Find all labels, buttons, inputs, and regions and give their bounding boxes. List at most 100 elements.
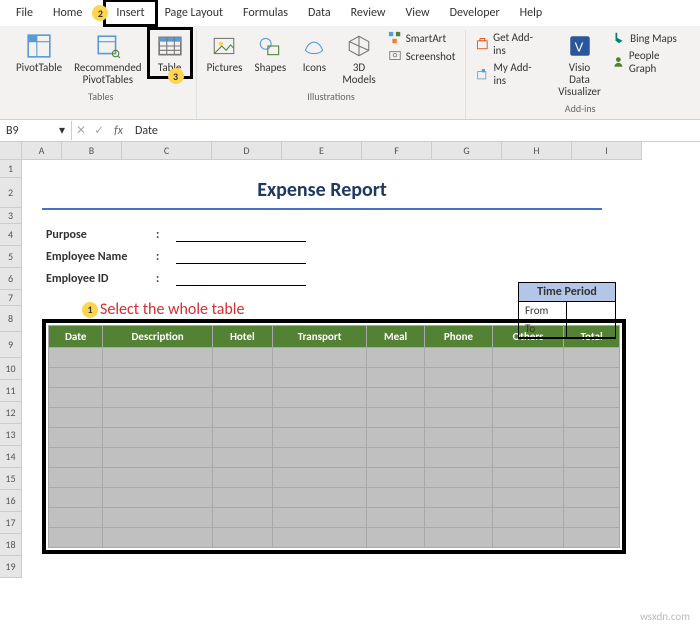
purpose-value[interactable] xyxy=(176,228,306,242)
row-header[interactable]: 2 xyxy=(0,178,22,208)
table-cell[interactable] xyxy=(273,448,367,468)
table-cell[interactable] xyxy=(367,368,425,388)
from-value[interactable] xyxy=(567,302,615,320)
tab-view[interactable]: View xyxy=(396,2,440,24)
tab-review[interactable]: Review xyxy=(341,2,396,24)
table-cell[interactable] xyxy=(103,508,212,528)
table-cell[interactable] xyxy=(103,348,212,368)
col-header[interactable]: I xyxy=(572,142,642,160)
row-header[interactable]: 6 xyxy=(0,268,22,290)
table-cell[interactable] xyxy=(273,428,367,448)
table-cell[interactable] xyxy=(367,468,425,488)
row-header[interactable]: 11 xyxy=(0,380,22,402)
table-cell[interactable] xyxy=(212,528,272,548)
tab-insert[interactable]: Insert xyxy=(106,2,154,24)
th-hotel[interactable]: Hotel xyxy=(212,326,272,348)
table-cell[interactable] xyxy=(424,428,492,448)
tab-formulas[interactable]: Formulas xyxy=(233,2,298,24)
table-cell[interactable] xyxy=(493,428,564,448)
table-cell[interactable] xyxy=(49,468,103,488)
table-cell[interactable] xyxy=(367,528,425,548)
table-cell[interactable] xyxy=(493,468,564,488)
table-cell[interactable] xyxy=(564,488,620,508)
table-cell[interactable] xyxy=(273,388,367,408)
table-cell[interactable] xyxy=(367,428,425,448)
col-header[interactable]: E xyxy=(282,142,362,160)
table-cell[interactable] xyxy=(103,368,212,388)
row-header[interactable]: 18 xyxy=(0,534,22,556)
table-cell[interactable] xyxy=(367,408,425,428)
table-cell[interactable] xyxy=(49,488,103,508)
table-cell[interactable] xyxy=(564,408,620,428)
table-cell[interactable] xyxy=(424,348,492,368)
table-cell[interactable] xyxy=(212,368,272,388)
table-cell[interactable] xyxy=(273,528,367,548)
col-header[interactable]: C xyxy=(122,142,212,160)
table-cell[interactable] xyxy=(564,468,620,488)
table-cell[interactable] xyxy=(49,408,103,428)
table-cell[interactable] xyxy=(49,528,103,548)
get-addins-button[interactable]: Get Add-ins xyxy=(472,30,544,58)
formula-bar[interactable]: Date xyxy=(129,122,700,140)
pivottable-button[interactable]: PivotTable xyxy=(12,30,66,76)
row-header[interactable]: 8 xyxy=(0,306,22,332)
table-cell[interactable] xyxy=(367,388,425,408)
table-cell[interactable] xyxy=(103,528,212,548)
th-phone[interactable]: Phone xyxy=(424,326,492,348)
row-header[interactable]: 16 xyxy=(0,490,22,512)
tab-page-layout[interactable]: Page Layout xyxy=(155,2,233,24)
table-cell[interactable] xyxy=(273,508,367,528)
table-cell[interactable] xyxy=(212,488,272,508)
row-header[interactable]: 15 xyxy=(0,468,22,490)
table-cell[interactable] xyxy=(367,508,425,528)
empname-value[interactable] xyxy=(176,250,306,264)
table-cell[interactable] xyxy=(49,348,103,368)
table-cell[interactable] xyxy=(564,368,620,388)
table-cell[interactable] xyxy=(564,448,620,468)
table-cell[interactable] xyxy=(212,428,272,448)
col-header[interactable]: A xyxy=(22,142,62,160)
tab-file[interactable]: File xyxy=(6,2,43,24)
to-value[interactable] xyxy=(567,320,615,338)
table-cell[interactable] xyxy=(424,388,492,408)
expense-table-selection[interactable]: Date Description Hotel Transport Meal Ph… xyxy=(46,323,622,550)
table-cell[interactable] xyxy=(493,408,564,428)
table-cell[interactable] xyxy=(212,468,272,488)
table-cell[interactable] xyxy=(564,428,620,448)
table-cell[interactable] xyxy=(424,468,492,488)
tab-home[interactable]: Home xyxy=(43,2,92,24)
row-header[interactable]: 19 xyxy=(0,556,22,578)
table-cell[interactable] xyxy=(367,448,425,468)
table-cell[interactable] xyxy=(103,448,212,468)
th-date[interactable]: Date xyxy=(49,326,103,348)
table-cell[interactable] xyxy=(493,448,564,468)
table-cell[interactable] xyxy=(424,408,492,428)
th-meal[interactable]: Meal xyxy=(367,326,425,348)
smartart-button[interactable]: SmartArt xyxy=(384,30,460,46)
table-cell[interactable] xyxy=(564,508,620,528)
col-header[interactable]: H xyxy=(502,142,572,160)
table-cell[interactable] xyxy=(103,488,212,508)
col-header[interactable]: B xyxy=(62,142,122,160)
enter-icon[interactable]: ✓ xyxy=(90,123,108,138)
table-cell[interactable] xyxy=(564,528,620,548)
table-cell[interactable] xyxy=(424,488,492,508)
table-cell[interactable] xyxy=(367,488,425,508)
table-cell[interactable] xyxy=(273,348,367,368)
th-transport[interactable]: Transport xyxy=(273,326,367,348)
select-all-corner[interactable] xyxy=(0,142,22,160)
row-header[interactable]: 10 xyxy=(0,358,22,380)
row-header[interactable]: 7 xyxy=(0,290,22,306)
table-cell[interactable] xyxy=(212,508,272,528)
row-header[interactable]: 13 xyxy=(0,424,22,446)
table-cell[interactable] xyxy=(49,508,103,528)
col-header[interactable]: G xyxy=(432,142,502,160)
row-header[interactable]: 1 xyxy=(0,160,22,178)
pictures-button[interactable]: Pictures xyxy=(203,30,247,76)
tab-developer[interactable]: Developer xyxy=(440,2,510,24)
empid-value[interactable] xyxy=(176,272,306,286)
table-cell[interactable] xyxy=(49,388,103,408)
table-cell[interactable] xyxy=(493,508,564,528)
table-cell[interactable] xyxy=(564,388,620,408)
row-header[interactable]: 3 xyxy=(0,208,22,224)
